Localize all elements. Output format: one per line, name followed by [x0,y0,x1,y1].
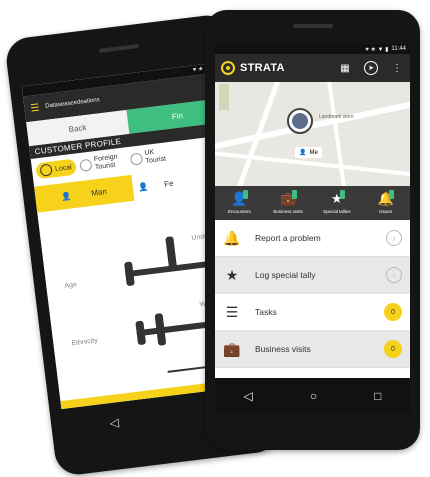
list-item-business-visits[interactable]: 💼 Business visits 0 [215,331,410,368]
map-park [219,84,229,110]
category-bar: 👤 Encounters 💼 Business visits ★ Special… [215,186,410,220]
radio-circle-icon [39,163,53,177]
chart-icon[interactable]: ▦ [338,61,352,75]
count-badge: 0 [384,303,402,321]
man-icon: 👤 [60,190,72,201]
category-label: Encounters [227,209,251,214]
ethnicity-slider-handle[interactable] [135,320,147,346]
list-item-report-problem[interactable]: 🔔 Report a problem › [215,220,410,257]
radio-uk-label: UK Tourist [144,148,167,165]
category-special-tallies[interactable]: ★ Special tallies [313,186,362,220]
more-vert-icon[interactable]: ⋮ [390,61,404,75]
ethnicity-slider-handle-2[interactable] [154,313,167,346]
radio-uk-tourist[interactable]: UK Tourist [129,147,170,168]
map-user-pin[interactable] [287,108,313,134]
back-nav-icon[interactable]: ◁ [109,415,120,430]
front-nav-bar: ◁ ○ □ [215,378,410,414]
list-item-log-special-tally[interactable]: ★ Log special tally › [215,257,410,294]
front-speaker [292,24,333,28]
front-phone: ♥ ★ ▼ ▮ 11:44 STRATA ▦ ➤ ⋮ Landmark stor… [205,10,420,450]
row-label: Business visits [255,344,311,354]
row-label: Tasks [255,307,277,317]
bell-icon: 🔔 [223,229,241,246]
chevron-right-icon[interactable]: › [386,230,402,246]
list-item-tasks[interactable]: ☰ Tasks 0 [215,294,410,331]
woman-icon: 👤 [137,181,149,192]
category-badge [291,190,297,199]
category-badge [340,190,346,199]
home-nav-icon[interactable]: ○ [310,389,317,403]
back-app-title: Dataseaseedeations [45,97,101,110]
category-label: Special tallies [323,209,351,214]
radio-local-label: Local [54,163,73,173]
age-slider-handle[interactable] [123,261,135,287]
row-label: Report a problem [255,233,321,243]
map-place-label: Landmark store [319,114,354,120]
gender-female-label: Fe [163,178,175,189]
user-icon: 👤 [299,150,307,156]
star-icon: ★ [225,266,239,283]
count-badge: 0 [384,340,402,358]
radio-local[interactable]: Local [35,158,77,180]
strata-logo-icon [221,61,235,75]
map-user-chip: 👤 Me [295,147,322,158]
status-icons: ♥ ★ ▼ ▮ [365,46,389,53]
front-screen: ♥ ★ ▼ ▮ 11:44 STRATA ▦ ➤ ⋮ Landmark stor… [215,44,410,411]
age-label: Age [64,281,78,290]
briefcase-icon: 💼 [223,340,241,357]
category-label: Issues [379,209,393,214]
radio-circle-icon [78,158,93,173]
category-badge [242,190,248,199]
radio-foreign-label: Foreign Tourist [93,153,118,172]
ethnicity-label: Ethnicity [71,337,99,348]
category-issues[interactable]: 🔔 Issues [361,186,410,220]
front-status-bar: ♥ ★ ▼ ▮ 11:44 [215,44,410,54]
front-app-bar: STRATA ▦ ➤ ⋮ [215,54,410,82]
category-business-visits[interactable]: 💼 Business visits [264,186,313,220]
category-label: Business visits [273,209,303,214]
radio-foreign-tourist[interactable]: Foreign Tourist [78,152,128,174]
compass-icon[interactable]: ➤ [364,61,378,75]
chevron-right-icon[interactable]: › [386,267,402,283]
back-nav-icon[interactable]: ◁ [244,389,253,403]
recents-nav-icon[interactable]: □ [374,389,381,403]
age-slider-handle-2[interactable] [165,236,178,269]
radio-circle-icon [129,152,143,166]
app-bar-actions: ▦ ➤ ⋮ [338,61,404,75]
category-badge [389,190,394,199]
menu-icon[interactable]: ☰ [30,102,40,114]
gender-man-label: Man [90,186,108,198]
map-road [215,99,410,151]
category-encounters[interactable]: 👤 Encounters [215,186,264,220]
row-label: Log special tally [255,270,316,280]
map-view[interactable]: Landmark store 👤 Me [215,82,410,186]
app-title: STRATA [240,62,285,74]
status-time: 11:44 [391,46,406,52]
avatar [292,113,308,129]
map-user-label: Me [309,149,318,156]
list-icon: ☰ [225,303,239,320]
map-road [325,82,349,186]
